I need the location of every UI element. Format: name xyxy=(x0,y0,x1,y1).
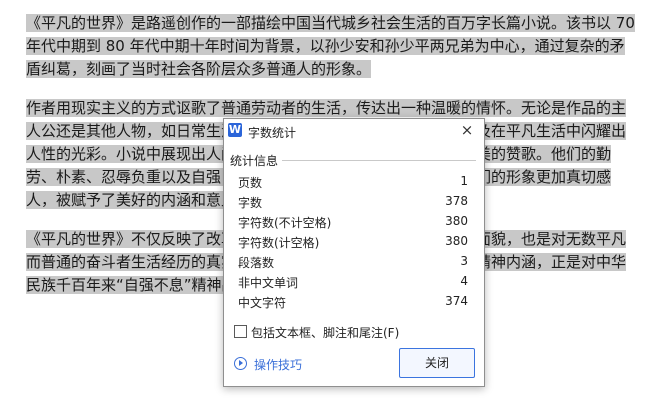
stat-label: 段落数 xyxy=(238,256,275,270)
stat-row-chars-with-spaces: 字符数(计空格) 380 xyxy=(238,232,468,252)
close-button[interactable]: 关闭 xyxy=(399,348,475,378)
word-count-dialog: W 字数统计 × 统计信息 页数 1 字数 378 字符数(不计空格) 380 … xyxy=(223,118,485,387)
checkbox-box[interactable] xyxy=(234,325,247,338)
wps-writer-icon: W xyxy=(228,123,242,137)
stat-value: 3 xyxy=(460,254,468,268)
stat-label: 字数 xyxy=(238,196,263,210)
stat-value: 378 xyxy=(445,194,468,208)
stat-label: 非中文单词 xyxy=(238,276,299,290)
stat-value: 374 xyxy=(445,294,468,308)
play-circle-icon[interactable] xyxy=(234,357,247,370)
stat-row-pages: 页数 1 xyxy=(238,172,468,192)
stat-label: 字符数(不计空格) xyxy=(238,216,332,230)
stat-row-paragraphs: 段落数 3 xyxy=(238,252,468,272)
stat-label: 字符数(计空格) xyxy=(238,236,320,250)
tips-label[interactable]: 操作技巧 xyxy=(254,356,302,373)
stat-value: 380 xyxy=(445,214,468,228)
dialog-titlebar[interactable]: W 字数统计 × xyxy=(224,119,484,143)
group-divider xyxy=(282,160,476,161)
stat-row-words: 字数 378 xyxy=(238,192,468,212)
document-paragraph-1[interactable]: 《平凡的世界》是路遥创作的一部描绘中国当代城乡社会生活的百万字长篇小说。该书以 … xyxy=(26,12,636,81)
statistics-group-label: 统计信息 xyxy=(230,154,279,168)
checkbox-label[interactable]: 包括文本框、脚注和尾注(F) xyxy=(251,324,399,341)
stat-value: 4 xyxy=(460,274,468,288)
stat-row-non-chinese-words: 非中文单词 4 xyxy=(238,272,468,292)
paragraph-1-text: 《平凡的世界》是路遥创作的一部描绘中国当代城乡社会生活的百万字长篇小说。该书以 … xyxy=(26,14,635,78)
stat-label: 中文字符 xyxy=(238,296,287,310)
stat-value: 380 xyxy=(445,234,468,248)
dialog-title: 字数统计 xyxy=(248,126,297,140)
stat-value: 1 xyxy=(460,174,468,188)
stat-label: 页数 xyxy=(238,176,263,190)
stat-row-chars-no-spaces: 字符数(不计空格) 380 xyxy=(238,212,468,232)
close-icon[interactable]: × xyxy=(459,121,475,139)
stat-row-chinese-chars: 中文字符 374 xyxy=(238,292,468,312)
